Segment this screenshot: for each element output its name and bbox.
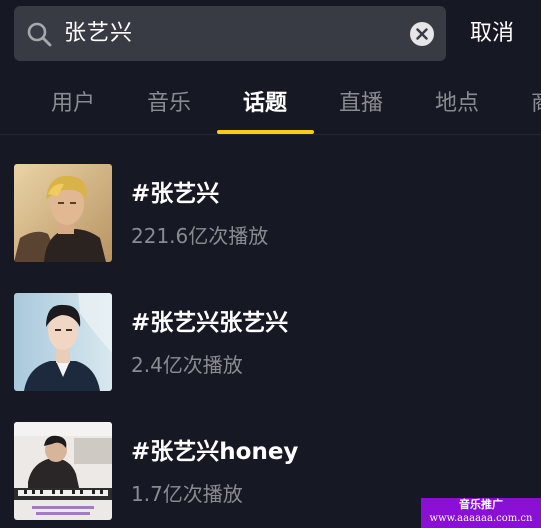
cancel-button[interactable]: 取消 bbox=[470, 6, 514, 61]
watermark-line2: www.aaaaaa.com.cn bbox=[429, 513, 533, 524]
search-results-screen: 张艺兴 取消 用户 音乐 话题 直播 地点 商 bbox=[0, 0, 541, 528]
tabs-divider bbox=[0, 134, 541, 135]
clear-icon[interactable] bbox=[410, 22, 434, 46]
topic-title: #张艺兴 bbox=[131, 181, 220, 207]
watermark-line1: 音乐推广 bbox=[459, 498, 503, 511]
search-input[interactable]: 张艺兴 bbox=[64, 6, 133, 61]
topic-result-item[interactable]: #张艺兴 221.6亿次播放 bbox=[0, 164, 541, 264]
tab-music[interactable]: 音乐 bbox=[147, 76, 191, 132]
topic-thumbnail bbox=[14, 293, 112, 391]
tab-topics[interactable]: 话题 bbox=[243, 76, 287, 132]
tab-shop[interactable]: 商 bbox=[531, 76, 541, 132]
topic-result-item[interactable]: #张艺兴张艺兴 2.4亿次播放 bbox=[0, 293, 541, 393]
topic-play-count: 1.7亿次播放 bbox=[131, 482, 243, 506]
topic-thumbnail bbox=[14, 164, 112, 262]
topic-title: #张艺兴honey bbox=[131, 439, 299, 465]
topic-thumbnail bbox=[14, 422, 112, 520]
tab-places[interactable]: 地点 bbox=[435, 76, 479, 132]
search-icon bbox=[26, 21, 52, 47]
topic-play-count: 2.4亿次播放 bbox=[131, 353, 243, 377]
tab-users[interactable]: 用户 bbox=[51, 76, 95, 132]
watermark-badge: 音乐推广 www.aaaaaa.com.cn bbox=[421, 498, 541, 528]
topic-title: #张艺兴张艺兴 bbox=[131, 310, 289, 336]
search-bar[interactable]: 张艺兴 bbox=[14, 6, 446, 61]
category-tabs: 用户 音乐 话题 直播 地点 商 bbox=[0, 76, 541, 134]
tab-live[interactable]: 直播 bbox=[339, 76, 383, 132]
topic-play-count: 221.6亿次播放 bbox=[131, 224, 269, 248]
